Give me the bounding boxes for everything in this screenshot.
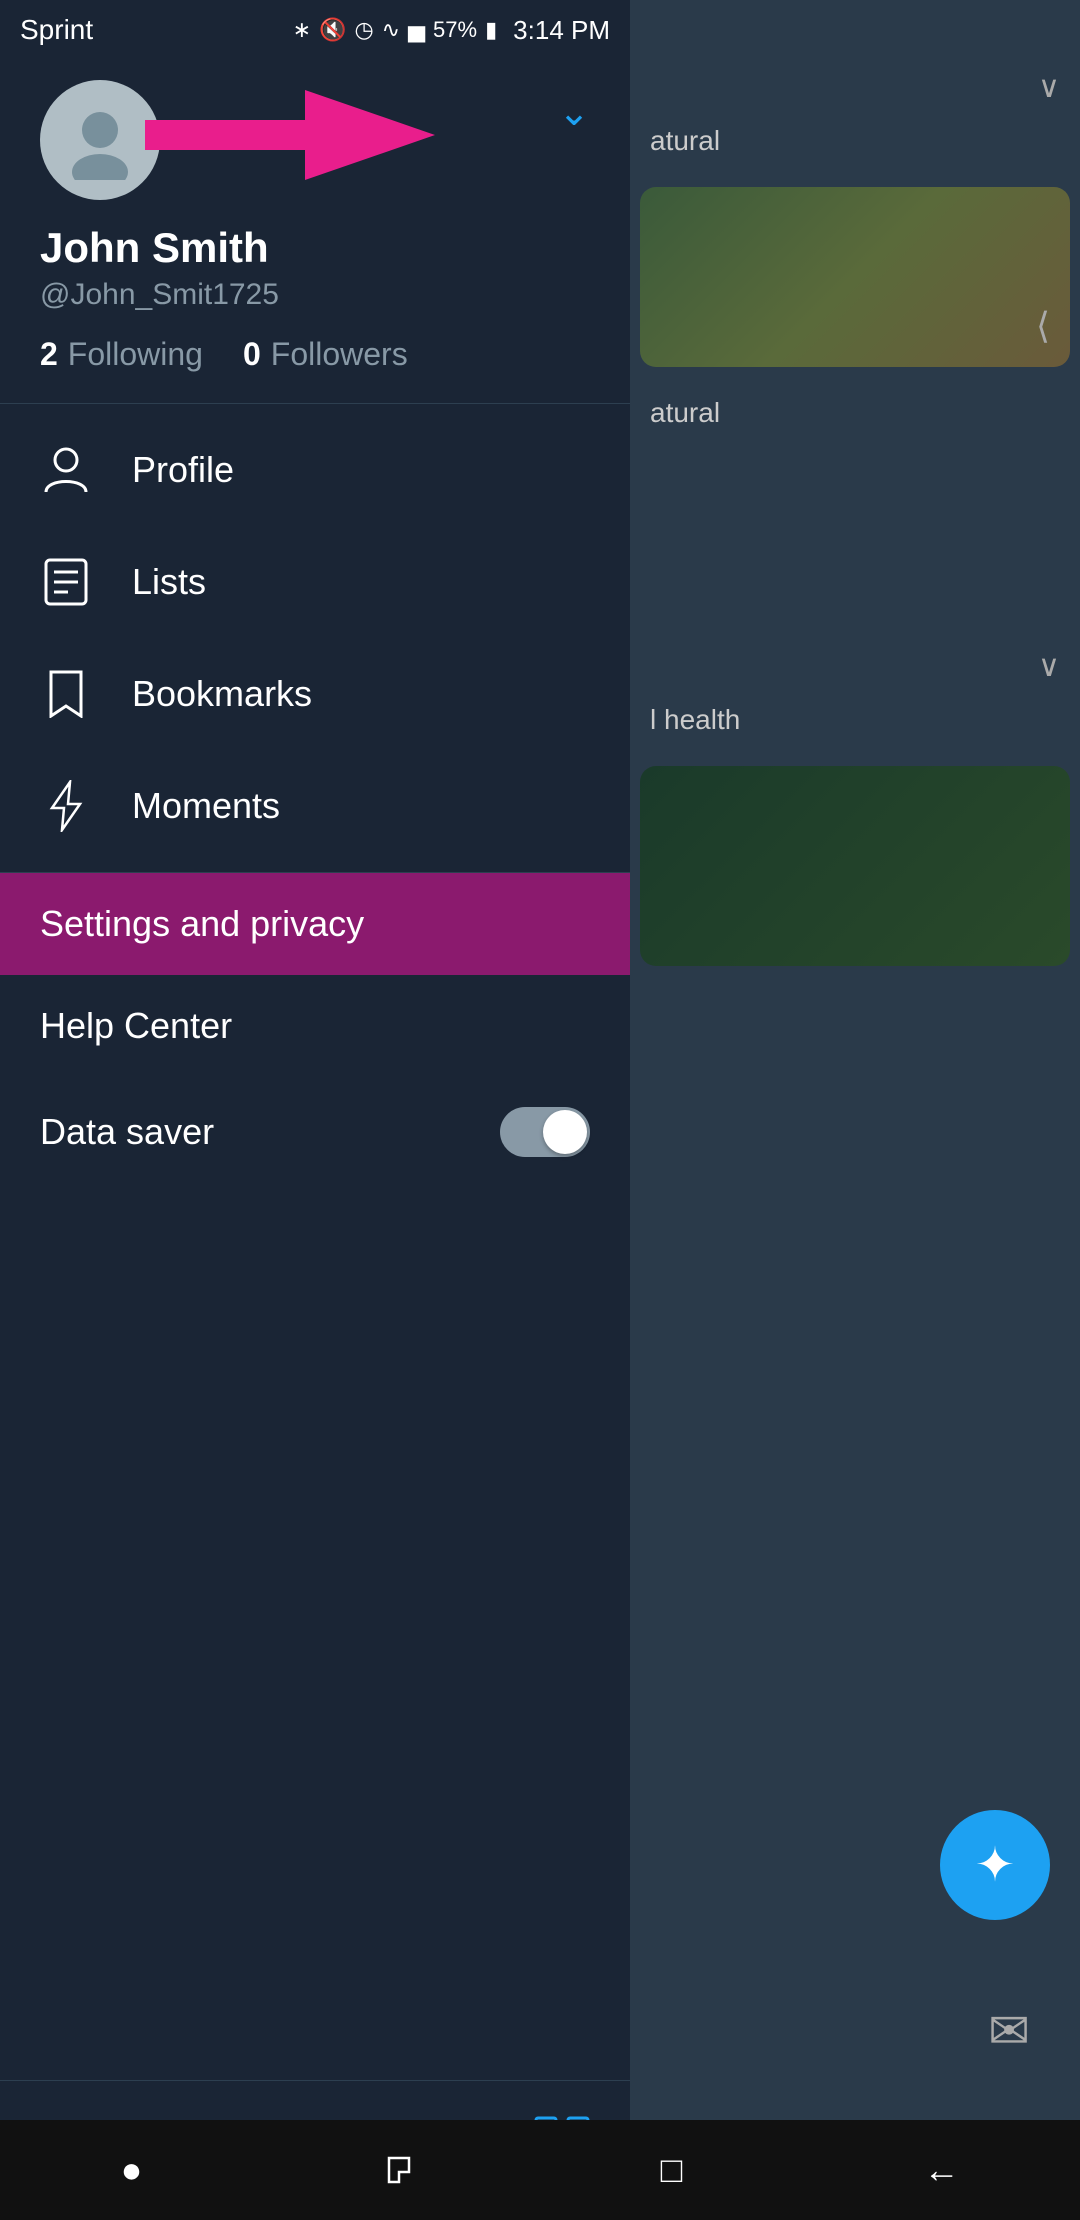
android-nav-bar: ● □ ← — [0, 2120, 1080, 2220]
wifi-icon: ∿ — [382, 17, 400, 43]
menu-item-help[interactable]: Help Center — [0, 975, 630, 1077]
followers-stat[interactable]: 0 Followers — [243, 336, 408, 373]
avatar[interactable] — [40, 80, 160, 200]
menu-item-moments[interactable]: Moments — [0, 750, 630, 862]
following-count: 2 — [40, 336, 58, 373]
stats-row: 2 Following 0 Followers — [40, 336, 590, 373]
navigation-drawer: Sprint ∗ 🔇 ◷ ∿ ▅ 57% ▮ 3:14 PM — [0, 0, 630, 2220]
signal-icon: ▅ — [408, 17, 425, 43]
menu-item-lists[interactable]: Lists — [0, 526, 630, 638]
status-time: 3:14 PM — [513, 15, 610, 46]
menu-section: Profile Lists Bookmarks — [0, 404, 630, 872]
lists-icon — [40, 556, 92, 608]
profile-label: Profile — [132, 449, 234, 491]
bg-card-2 — [640, 766, 1070, 966]
bookmarks-label: Bookmarks — [132, 673, 312, 715]
bg-health-text: l health — [640, 694, 1070, 746]
profile-section: ⌄ John Smith @John_Smit1725 2 Following … — [0, 0, 630, 403]
bg-mail-icon: ✉ — [988, 2002, 1030, 2060]
nav-back-button[interactable]: ← — [923, 2149, 959, 2191]
help-label: Help Center — [40, 1005, 232, 1046]
profile-icon — [40, 444, 92, 496]
carrier-label: Sprint — [20, 14, 93, 46]
bg-share-icon: ⟨ — [1036, 305, 1050, 347]
bookmark-icon — [40, 668, 92, 720]
toggle-knob — [543, 1110, 587, 1154]
data-saver-toggle[interactable] — [500, 1107, 590, 1157]
followers-label: Followers — [271, 336, 408, 373]
lists-label: Lists — [132, 561, 206, 603]
menu-item-settings[interactable]: Settings and privacy — [0, 873, 630, 975]
bg-chevron-2: ∨ — [640, 639, 1070, 694]
bg-chevron: ∨ — [640, 60, 1070, 115]
menu-item-bookmarks[interactable]: Bookmarks — [0, 638, 630, 750]
battery-icon: ▮ — [485, 17, 497, 43]
bolt-icon — [40, 780, 92, 832]
bluetooth-icon: ∗ — [293, 17, 311, 43]
following-label: Following — [68, 336, 203, 373]
menu-item-profile[interactable]: Profile — [0, 414, 630, 526]
alarm-icon: ◷ — [354, 17, 373, 43]
avatar-person-svg — [60, 100, 140, 180]
nav-recents-button[interactable] — [383, 2152, 419, 2188]
avatar-row: ⌄ — [40, 80, 590, 200]
account-switcher-chevron[interactable]: ⌄ — [558, 80, 590, 135]
data-saver-row: Data saver — [0, 1077, 630, 1187]
status-icons: ∗ 🔇 ◷ ∿ ▅ 57% ▮ 3:14 PM — [293, 15, 610, 46]
bg-text-2: atural — [640, 387, 1070, 439]
followers-count: 0 — [243, 336, 261, 373]
user-name: John Smith — [40, 224, 590, 272]
mute-icon: 🔇 — [319, 17, 346, 43]
data-saver-label: Data saver — [40, 1111, 214, 1153]
bg-text-1: atural — [640, 115, 1070, 167]
moments-label: Moments — [132, 785, 280, 827]
battery-percent: 57% — [433, 17, 477, 43]
background-panel: ∨ atural ⟨ atural ∨ l health ✦ ✉ — [630, 0, 1080, 2220]
following-stat[interactable]: 2 Following — [40, 336, 203, 373]
bg-compose-fab[interactable]: ✦ — [940, 1810, 1050, 1920]
bg-card-1: ⟨ — [640, 187, 1070, 367]
annotation-arrow — [145, 90, 435, 180]
status-bar: Sprint ∗ 🔇 ◷ ∿ ▅ 57% ▮ 3:14 PM — [0, 0, 630, 60]
user-handle: @John_Smit1725 — [40, 278, 590, 312]
nav-overview-button[interactable]: □ — [661, 2149, 683, 2191]
nav-home-button[interactable]: ● — [121, 2149, 143, 2191]
settings-label: Settings and privacy — [40, 903, 364, 945]
